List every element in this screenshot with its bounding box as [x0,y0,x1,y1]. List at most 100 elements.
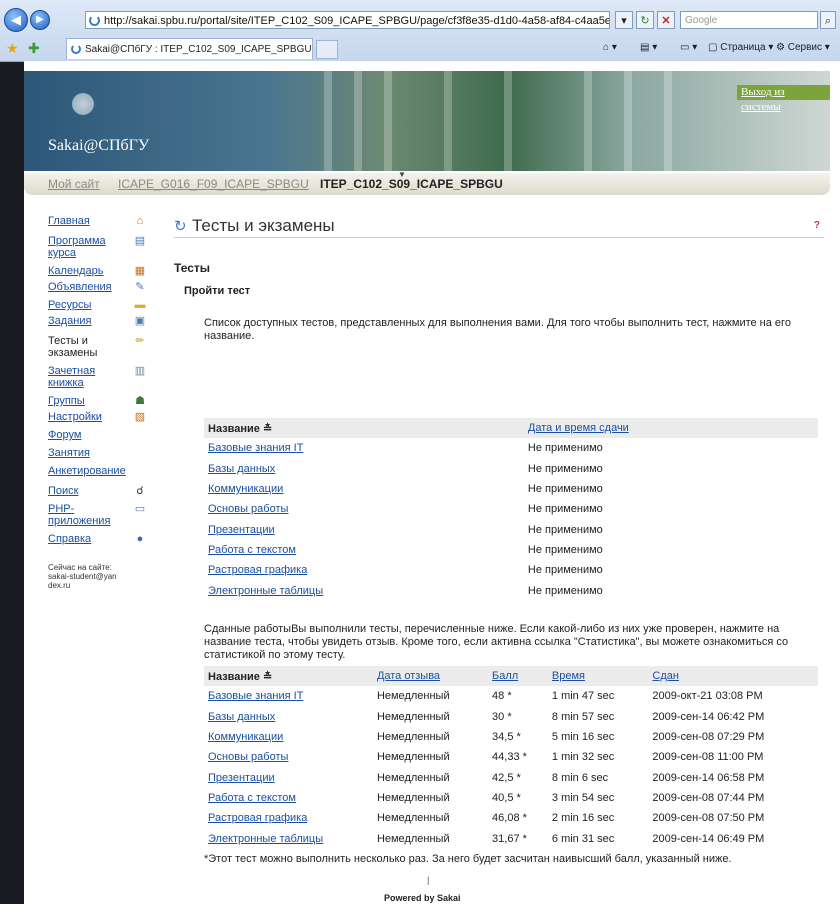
test-link[interactable]: Растровая графика [208,564,307,576]
table-cell: 2009-сен-08 11:00 PM [652,751,764,764]
sidebar-item-label[interactable]: Программа курса [48,235,118,259]
table-cell: 2009-окт-21 03:08 PM [652,690,763,703]
test-link[interactable]: Презентации [208,772,275,784]
sidebar-item-label[interactable]: Форум [48,429,118,441]
forward-button-icon[interactable]: ▶ [30,10,50,30]
sidebar-item-label[interactable]: Занятия [48,447,118,459]
search-input[interactable]: Google [680,11,818,29]
dropdown-icon[interactable]: ▾ [615,11,633,29]
test-link[interactable]: Базы данных [208,711,275,723]
browser-tab[interactable]: Sakai@СПбГУ : ITEP_C102_S09_ICAPE_SPBGU … [66,38,313,59]
back-button-icon[interactable]: ◀ [4,8,28,32]
column-header[interactable]: Балл [488,666,548,687]
add-favorite-icon[interactable]: ✚ [28,40,40,57]
sidebar-item-label[interactable]: Главная [48,215,118,227]
new-tab-button[interactable] [316,40,338,59]
table-cell: Немедленный [376,731,450,744]
sidebar-item-label[interactable]: Объявления [48,281,118,293]
sidebar-item[interactable]: Объявления ✎ [48,281,148,293]
sidebar-item[interactable]: Справка ● [48,533,148,545]
stop-icon[interactable]: ✕ [657,11,675,29]
sidebar-item[interactable]: Зачетная книжка ▥ [48,365,148,389]
sidebar-item[interactable]: Календарь ▦ [48,265,148,277]
test-link[interactable]: Базовые знания IT [208,690,303,702]
sidebar-item[interactable]: Главная ⌂ [48,215,148,227]
search-icon[interactable]: ⌕ [820,11,836,29]
feeds-icon[interactable]: ▤ ▾ [640,42,657,53]
sidebar-item-label[interactable]: Группы [48,395,118,407]
test-link[interactable]: Основы работы [208,751,288,763]
sort-link[interactable]: Время [552,670,585,682]
sidebar-item[interactable]: PHP-приложения ▭ [48,503,148,527]
table-header-row: Название ≛ Дата отзыва Балл Время Сдан [204,666,818,687]
table-cell: 2009-сен-08 07:44 PM [652,791,765,804]
address-bar[interactable]: http://sakai.spbu.ru/portal/site/ITEP_C1… [85,11,610,29]
sidebar-item-label[interactable]: Анкетирование [48,465,126,477]
sidebar-item-label[interactable]: Ресурсы [48,299,118,311]
refresh-icon[interactable]: ↻ [636,11,654,29]
table-cell: Презентации [204,767,373,787]
column-header[interactable]: Сдан [648,666,818,687]
table-cell: 46,08 * [492,812,527,825]
sidebar-item[interactable]: Ресурсы ▬ [48,299,148,311]
table-row: Работа с текстом Не применимо [204,540,818,560]
table-cell: Не применимо [527,483,603,496]
table-cell: 2009-сен-14 06:58 PM [652,771,765,784]
help-link[interactable]: ? [814,220,820,231]
test-link[interactable]: Базы данных [208,463,275,475]
test-link[interactable]: Коммуникации [208,731,283,743]
test-link[interactable]: Презентации [208,524,275,536]
column-header[interactable]: Время [547,666,649,687]
table-cell: Коммуникации [204,479,524,499]
sidebar-item[interactable]: Группы ☗ [48,395,148,407]
home-icon[interactable]: ⌂ ▾ [603,42,617,53]
sidebar-item-label[interactable]: Настройки [48,411,118,423]
binoculars-icon: ☌ [136,485,144,497]
tab-icon [71,44,81,54]
sidebar-item-label[interactable]: Календарь [48,265,118,277]
sidebar-item[interactable]: Задания ▣ [48,315,148,327]
sort-link[interactable]: Сдан [652,670,679,682]
reset-tool-icon[interactable]: ↻ [174,217,187,235]
table-cell: 3 min 54 sec [551,791,615,804]
test-link[interactable]: Работа с текстом [208,544,296,556]
site-nav-icape[interactable]: ICAPE_G016_F09_ICAPE_SPBGU [118,177,309,191]
table-cell: Немедленный [376,751,450,764]
sidebar-item-label[interactable]: Задания [48,315,118,327]
folder-icon: ▬ [134,299,146,311]
sidebar-item[interactable]: Поиск ☌ [48,485,148,497]
sidebar-item-label[interactable]: Справка [48,533,118,545]
sidebar-item[interactable]: Анкетирование [48,465,148,477]
test-link[interactable]: Основы работы [208,503,288,515]
table-cell: 5 min 16 sec [551,731,615,744]
table-row: Коммуникации Немедленный 34,5 * 5 min 16 se… [204,727,818,747]
test-link[interactable]: Коммуникации [208,483,283,495]
test-link[interactable]: Работа с текстом [208,792,296,804]
test-link[interactable]: Электронные таблицы [208,585,323,597]
sidebar-item[interactable]: Настройки ▧ [48,411,148,423]
sort-link[interactable]: Дата и время сдачи [528,422,629,434]
sidebar-item[interactable]: Программа курса ▤ [48,235,148,259]
page-menu[interactable]: ▢ Страница ▾ [708,42,773,53]
sidebar-item-label[interactable]: Зачетная книжка [48,365,118,389]
print-icon[interactable]: ▭ ▾ [680,42,697,53]
url-text: http://sakai.spbu.ru/portal/site/ITEP_C1… [104,15,610,27]
favorites-star-icon[interactable]: ★ [6,40,19,57]
test-link[interactable]: Электронные таблицы [208,833,323,845]
sort-link[interactable]: Балл [492,670,518,682]
sidebar-item[interactable]: Занятия [48,447,148,459]
test-link[interactable]: Базовые знания IT [208,442,303,454]
test-link[interactable]: Растровая графика [208,812,307,824]
sidebar-item-label[interactable]: Поиск [48,485,118,497]
table-cell: 2 min 16 sec [551,812,615,825]
sort-link[interactable]: Дата отзыва [377,670,440,682]
site-nav-my-site[interactable]: Мой сайт [48,177,100,191]
sidebar-item-label[interactable]: PHP-приложения [48,503,118,527]
sidebar-item[interactable]: Форум [48,429,148,441]
service-menu[interactable]: ⚙ Сервис ▾ [776,42,830,53]
logout-link[interactable]: Выход из системы [737,85,830,113]
column-header[interactable]: Дата и время сдачи [523,418,818,439]
table-cell: 8 min 6 sec [551,771,609,784]
table-cell: Электронные таблицы [204,580,524,600]
column-header[interactable]: Дата отзыва [372,666,489,687]
